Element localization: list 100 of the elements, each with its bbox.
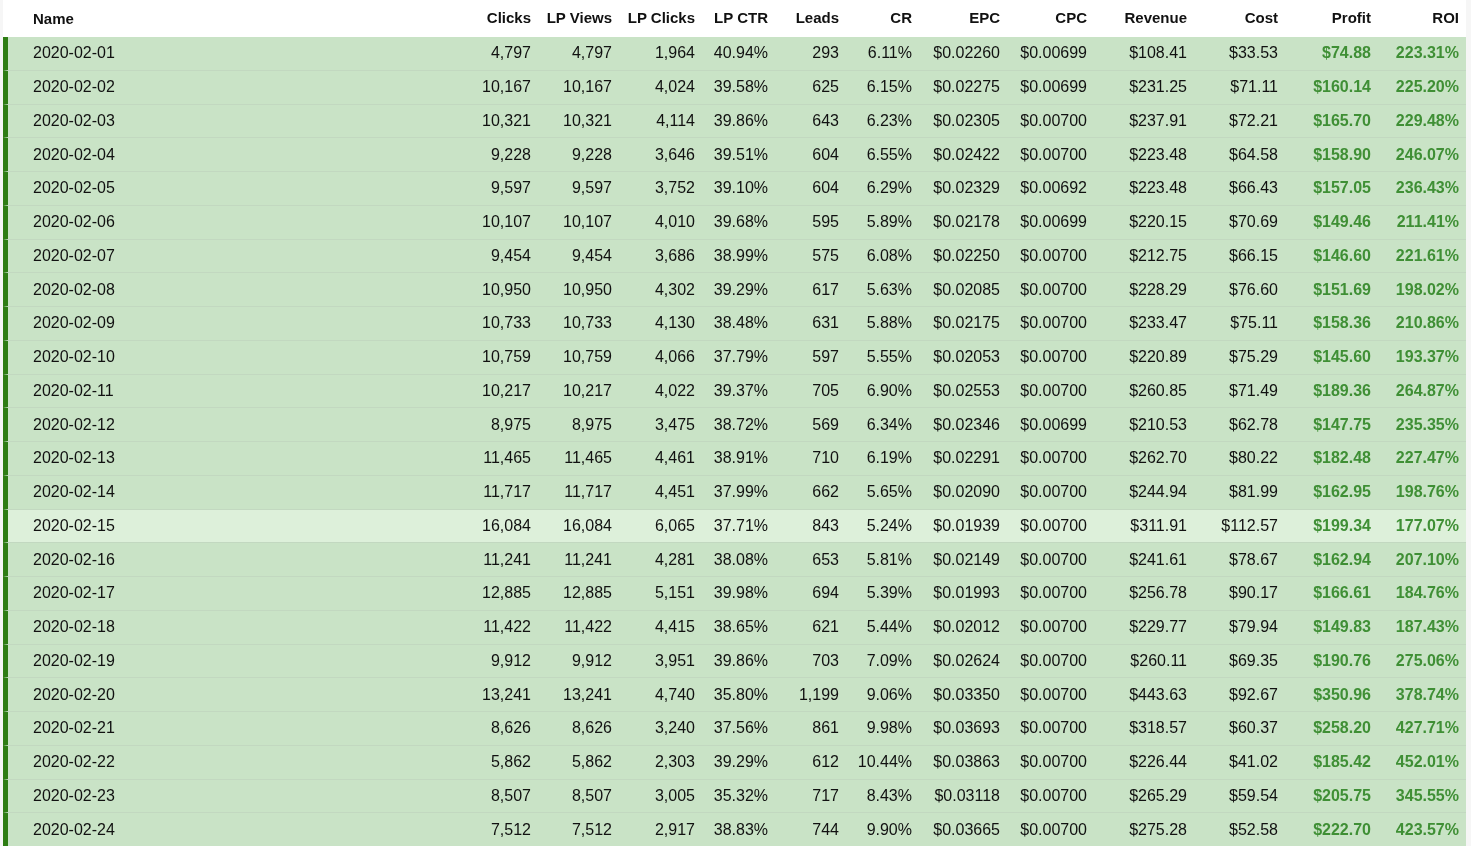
table-cell-text: 246.07%	[1395, 144, 1459, 165]
table-cell-text: 11,422	[564, 617, 612, 638]
table-cell: 2020-02-23	[33, 786, 115, 804]
table-cell-text: 3,240	[654, 718, 695, 739]
table-row[interactable]: 2020-02-14 11,717 11,717 4,451 37.99% 662 5.65% $0.02090 $0.00700 $244.94 $81.99 $162.95 198.76%	[3, 475, 1466, 510]
table-cell-text: $0.03350	[933, 684, 1000, 705]
table-row[interactable]: 2020-02-21 8,626 8,626 3,240 37.56% 861 9.98% $0.03693 $0.00700 $318.57 $60.37 $258.20 427.71%	[3, 712, 1466, 746]
table-cell-text: $66.43	[1229, 178, 1278, 199]
table-row[interactable]: 2020-02-20 13,241 13,241 4,740 35.80% 1,199 9.06% $0.03350 $0.00700 $443.63 $92.67 $350.96 378.74%	[3, 678, 1466, 712]
table-cell-text: $199.34	[1313, 515, 1371, 536]
table-row[interactable]: 2020-02-17 12,885 12,885 5,151 39.98% 694 5.39% $0.01993 $0.00700 $256.78 $90.17 $166.61 184.76%	[3, 577, 1466, 611]
table-cell-text: $0.00700	[1020, 549, 1087, 570]
table-row[interactable]: 2020-02-01 4,797 4,797 1,964 40.94% 293 6.11% $0.02260 $0.00699 $108.41 $33.53 $74.88 223.31%	[3, 37, 1466, 71]
table-row[interactable]: 2020-02-11 10,217 10,217 4,022 39.37% 705 6.90% $0.02553 $0.00700 $260.85 $71.49 $189.36 264.87%	[3, 374, 1466, 409]
table-cell-text: 39.37%	[713, 380, 768, 401]
table-row[interactable]: 2020-02-16 11,241 11,241 4,281 38.08% 653 5.81% $0.02149 $0.00700 $241.61 $78.67 $162.94 207.10%	[3, 543, 1466, 577]
table-cell-text: 37.79%	[713, 347, 768, 368]
column-header[interactable]: Revenue	[1124, 7, 1187, 30]
table-cell-text: 39.68%	[713, 212, 768, 233]
table-cell-text: $0.02422	[933, 144, 1000, 165]
table-row[interactable]: 2020-02-07 9,454 9,454 3,686 38.99% 575 6.08% $0.02250 $0.00700 $212.75 $66.15 $146.60 221.61%	[3, 239, 1466, 274]
table-cell-text: $0.00700	[1020, 279, 1087, 300]
table-cell: 2020-02-01	[33, 44, 115, 62]
table-cell-text: 843	[812, 515, 839, 536]
table-cell-text: $160.14	[1313, 77, 1371, 98]
table-row[interactable]: 2020-02-05 9,597 9,597 3,752 39.10% 604 6.29% $0.02329 $0.00692 $223.48 $66.43 $157.05 236.43%	[3, 172, 1466, 206]
table-cell: 2020-02-17	[33, 584, 115, 602]
table-cell: 2020-02-02	[33, 78, 115, 96]
table-cell-text: 10,107	[482, 212, 531, 233]
table-row[interactable]: 2020-02-04 9,228 9,228 3,646 39.51% 604 6.55% $0.02422 $0.00700 $223.48 $64.58 $158.90 246.07%	[3, 138, 1466, 172]
table-cell-text: 38.65%	[713, 617, 768, 638]
table-cell-text: $0.02085	[933, 279, 1000, 300]
column-header[interactable]: CR	[890, 7, 912, 30]
table-row[interactable]: 2020-02-10 10,759 10,759 4,066 37.79% 597 5.55% $0.02053 $0.00700 $220.89 $75.29 $145.60 193.37%	[3, 340, 1466, 375]
table-row[interactable]: 2020-02-08 10,950 10,950 4,302 39.29% 617 5.63% $0.02085 $0.00700 $228.29 $76.60 $151.69 198.02%	[3, 273, 1466, 307]
column-header[interactable]: Clicks	[486, 7, 531, 30]
table-cell-text: 16,084	[482, 515, 531, 536]
table-cell-text: 39.29%	[713, 279, 768, 300]
table-row[interactable]: 2020-02-03 10,321 10,321 4,114 39.86% 643 6.23% $0.02305 $0.00700 $237.91 $72.21 $165.70 229.48%	[3, 104, 1466, 139]
column-header[interactable]: Cost	[1244, 7, 1278, 30]
column-header[interactable]: EPC	[969, 7, 1000, 30]
table-cell-text: $166.61	[1313, 583, 1371, 604]
table-cell-text: $78.67	[1229, 549, 1278, 570]
table-cell-text: 8.43%	[866, 785, 912, 806]
table-cell-text: $0.00700	[1020, 380, 1087, 401]
table-cell-text: $318.57	[1129, 718, 1187, 739]
table-row[interactable]: 2020-02-24 7,512 7,512 2,917 38.83% 744 9.90% $0.03665 $0.00700 $275.28 $52.58 $222.70 423.57%	[3, 813, 1466, 846]
table-cell-text: 703	[812, 650, 839, 671]
table-cell: 2020-02-11	[33, 381, 114, 399]
table-row[interactable]: 2020-02-15 16,084 16,084 6,065 37.71% 843 5.24% $0.01939 $0.00700 $311.91 $112.57 $199.34 177.07%	[3, 509, 1466, 544]
table-row[interactable]: 2020-02-18 11,422 11,422 4,415 38.65% 621 5.44% $0.02012 $0.00700 $229.77 $79.94 $149.83 187.43%	[3, 610, 1466, 645]
table-cell: 2020-02-10	[33, 348, 115, 366]
table-cell-text: 3,005	[654, 785, 695, 806]
table-row[interactable]: 2020-02-12 8,975 8,975 3,475 38.72% 569 6.34% $0.02346 $0.00699 $210.53 $62.78 $147.75 235.35%	[3, 408, 1466, 442]
table-cell-text: 4,797	[571, 43, 612, 64]
column-header[interactable]: LP Views	[546, 7, 612, 30]
table-cell-text: 5.63%	[866, 279, 912, 300]
table-row[interactable]: 2020-02-09 10,733 10,733 4,130 38.48% 631 5.88% $0.02175 $0.00700 $233.47 $75.11 $158.36 210.86%	[3, 307, 1466, 341]
table-row[interactable]: 2020-02-22 5,862 5,862 2,303 39.29% 612 10.44% $0.03863 $0.00700 $226.44 $41.02 $185.42 452.01%	[3, 745, 1466, 780]
table-row[interactable]: 2020-02-06 10,107 10,107 4,010 39.68% 595 5.89% $0.02178 $0.00699 $220.15 $70.69 $149.46 211.41%	[3, 205, 1466, 240]
table-cell-text: $265.29	[1129, 785, 1187, 806]
column-header[interactable]: Name	[33, 9, 74, 27]
column-header[interactable]: Profit	[1331, 7, 1371, 30]
table-cell-text: $0.00700	[1020, 819, 1087, 840]
table-cell-text: 16,084	[563, 515, 612, 536]
table-cell-text: 9,912	[571, 650, 612, 671]
column-header[interactable]: LP CTR	[714, 7, 768, 30]
table-cell-text: $0.01939	[933, 515, 1000, 536]
table-cell-text: 13,241	[482, 684, 531, 705]
column-header[interactable]: LP Clicks	[627, 7, 695, 30]
table-cell-text: $0.02149	[933, 549, 1000, 570]
table-cell-text: 12,885	[482, 583, 531, 604]
table-cell-text: 662	[812, 482, 839, 503]
table-cell-text: 1,199	[798, 684, 839, 705]
table-cell-text: $158.90	[1313, 144, 1371, 165]
table-cell-text: $210.53	[1129, 414, 1187, 435]
table-cell-text: 10,759	[563, 347, 612, 368]
table-cell-text: 5.88%	[866, 313, 912, 334]
table-cell-text: 345.55%	[1395, 785, 1459, 806]
table-cell: 2020-02-06	[33, 213, 115, 231]
column-header[interactable]: Leads	[795, 7, 839, 30]
table-row[interactable]: 2020-02-23 8,507 8,507 3,005 35.32% 717 8.43% $0.03118 $0.00700 $265.29 $59.54 $205.75 345.55%	[3, 779, 1466, 814]
table-row[interactable]: 2020-02-19 9,912 9,912 3,951 39.86% 703 7.09% $0.02624 $0.00700 $260.11 $69.35 $190.76 275.06%	[3, 644, 1466, 679]
table-cell-text: $112.57	[1221, 515, 1278, 536]
table-cell-text: 10,167	[482, 77, 531, 98]
column-header[interactable]: CPC	[1055, 7, 1087, 30]
table-cell-text: $59.54	[1229, 785, 1278, 806]
table-cell-text: 7.09%	[866, 650, 912, 671]
table-cell-text: 4,740	[654, 684, 695, 705]
table-cell-text: 10,950	[563, 279, 612, 300]
table-cell-text: 710	[812, 448, 839, 469]
table-cell-text: $75.29	[1229, 347, 1278, 368]
table-row[interactable]: 2020-02-02 10,167 10,167 4,024 39.58% 625 6.15% $0.02275 $0.00699 $231.25 $71.11 $160.14 225.20%	[3, 70, 1466, 105]
table-row[interactable]: 2020-02-13 11,465 11,465 4,461 38.91% 710 6.19% $0.02291 $0.00700 $262.70 $80.22 $182.48 227.47%	[3, 442, 1466, 476]
table-cell: 2020-02-18	[33, 618, 115, 636]
column-header[interactable]: ROI	[1432, 7, 1459, 30]
table-cell-text: $226.44	[1129, 752, 1187, 773]
table-cell-text: $260.85	[1129, 380, 1187, 401]
table-cell: 2020-02-15	[33, 516, 115, 534]
table-cell-text: 612	[812, 752, 839, 773]
